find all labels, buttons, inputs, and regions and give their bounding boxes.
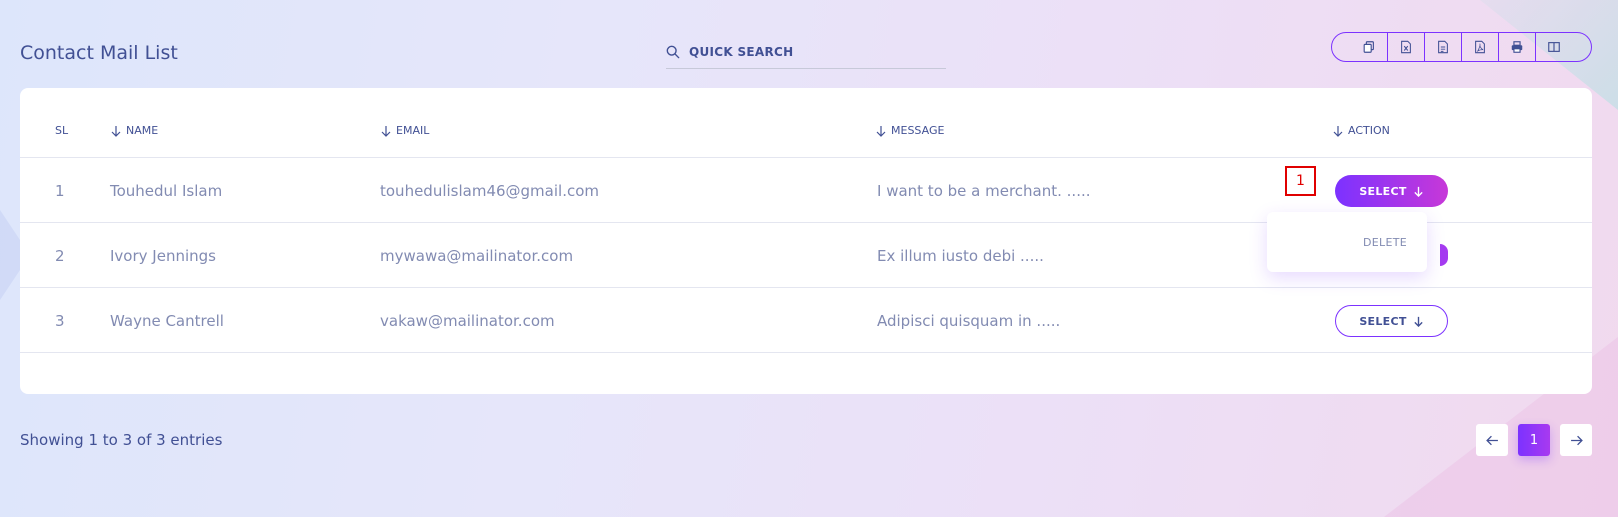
sort-down-icon xyxy=(1333,125,1343,137)
search-icon xyxy=(666,45,680,58)
column-header-sl[interactable]: SL xyxy=(55,124,68,137)
quick-search xyxy=(666,35,946,69)
action-dropdown-menu: DELETE xyxy=(1267,212,1427,272)
page-button-current[interactable]: 1 xyxy=(1518,424,1550,456)
print-icon xyxy=(1511,41,1523,53)
column-header-email[interactable]: EMAIL xyxy=(380,124,429,137)
sort-down-icon xyxy=(876,125,886,137)
select-button[interactable]: SELECT xyxy=(1335,175,1448,207)
previous-page-button[interactable] xyxy=(1476,424,1508,456)
table-header: SL NAME EMAIL MESSAGE ACTION xyxy=(20,88,1592,158)
column-header-message[interactable]: MESSAGE xyxy=(875,124,944,137)
export-toolbar xyxy=(1331,32,1592,62)
column-visibility-button[interactable] xyxy=(1535,33,1572,61)
sort-down-icon xyxy=(381,125,391,137)
column-header-action[interactable]: ACTION xyxy=(1332,124,1390,137)
cell-sl: 3 xyxy=(55,312,65,330)
cell-message: Ex illum iusto debi ..... xyxy=(877,247,1044,265)
cell-message: Adipisci quisquam in ..... xyxy=(877,312,1061,330)
page-title: Contact Mail List xyxy=(20,42,178,64)
search-input[interactable] xyxy=(689,44,929,59)
cell-email: vakaw@mailinator.com xyxy=(380,312,555,330)
arrow-left-icon xyxy=(1485,435,1498,445)
csv-button[interactable] xyxy=(1424,33,1461,61)
cell-email: touhedulislam46@gmail.com xyxy=(380,182,600,200)
next-page-button[interactable] xyxy=(1560,424,1592,456)
cell-message: I want to be a merchant. ..... xyxy=(877,182,1091,200)
delete-menu-item[interactable]: DELETE xyxy=(1363,236,1407,249)
copy-button[interactable] xyxy=(1350,33,1387,61)
arrow-down-icon xyxy=(1414,316,1423,327)
columns-icon xyxy=(1548,42,1560,52)
cell-sl: 1 xyxy=(55,182,65,200)
sort-down-icon xyxy=(111,125,121,137)
csv-icon xyxy=(1438,40,1448,54)
cell-name: Touhedul Islam xyxy=(110,182,223,200)
copy-icon xyxy=(1363,41,1374,53)
pdf-icon xyxy=(1475,40,1485,54)
arrow-right-icon xyxy=(1570,435,1583,445)
excel-button[interactable] xyxy=(1387,33,1424,61)
column-header-name[interactable]: NAME xyxy=(110,124,158,137)
select-button[interactable]: SELECT xyxy=(1335,305,1448,337)
annotation-marker: 1 xyxy=(1285,166,1316,196)
cell-name: Wayne Cantrell xyxy=(110,312,224,330)
excel-icon xyxy=(1401,40,1411,54)
entries-info: Showing 1 to 3 of 3 entries xyxy=(20,431,223,449)
cell-name: Ivory Jennings xyxy=(110,247,216,265)
print-button[interactable] xyxy=(1498,33,1535,61)
arrow-down-icon xyxy=(1414,186,1423,197)
cell-email: mywawa@mailinator.com xyxy=(380,247,574,265)
cell-sl: 2 xyxy=(55,247,65,265)
pdf-button[interactable] xyxy=(1461,33,1498,61)
